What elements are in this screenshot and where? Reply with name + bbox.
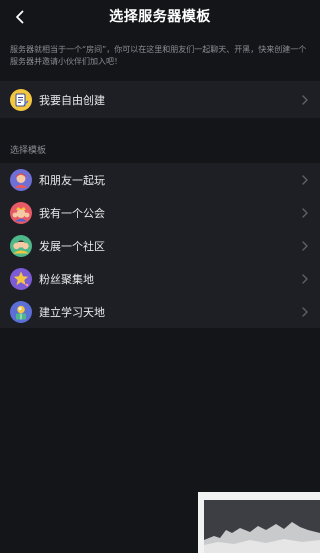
chevron-right-icon — [298, 173, 312, 187]
community-icon — [10, 234, 32, 257]
template-item-friends[interactable]: 和朋友一起玩 — [0, 163, 320, 196]
chevron-right-icon — [298, 206, 312, 220]
template-item-fans[interactable]: 粉丝聚集地 — [0, 262, 320, 295]
fan-star-icon — [10, 267, 32, 290]
template-item-label: 我有一个公会 — [39, 206, 105, 220]
template-item-community[interactable]: 发展一个社区 — [0, 229, 320, 262]
preview-image — [204, 500, 320, 553]
friends-play-icon — [10, 168, 32, 191]
template-item-label: 建立学习天地 — [39, 305, 105, 319]
top-bar: 选择服务器模板 — [0, 0, 320, 34]
floating-preview-thumbnail[interactable] — [198, 492, 320, 553]
guild-icon — [10, 201, 32, 224]
chevron-right-icon — [298, 272, 312, 286]
free-create-label: 我要自由创建 — [39, 93, 105, 107]
template-list: 和朋友一起玩 我有一个公会 发展一个社区 粉丝聚集地 建立学习天地 — [0, 163, 320, 328]
template-item-guild[interactable]: 我有一个公会 — [0, 196, 320, 229]
page-title: 选择服务器模板 — [109, 9, 211, 25]
create-card-icon — [10, 88, 32, 111]
free-create-button[interactable]: 我要自由创建 — [0, 81, 320, 118]
template-item-label: 发展一个社区 — [39, 239, 105, 253]
template-section-label: 选择模板 — [10, 146, 47, 156]
template-item-label: 粉丝聚集地 — [39, 272, 94, 286]
intro-description: 服务器就相当于一个“房间”，你可以在这里和朋友们一起聊天、开黑，快来创建一个服务… — [10, 45, 307, 66]
study-icon — [10, 300, 32, 323]
chevron-right-icon — [298, 305, 312, 319]
template-item-study[interactable]: 建立学习天地 — [0, 295, 320, 328]
chevron-right-icon — [298, 239, 312, 253]
template-item-label: 和朋友一起玩 — [39, 173, 105, 187]
chevron-right-icon — [298, 93, 312, 107]
